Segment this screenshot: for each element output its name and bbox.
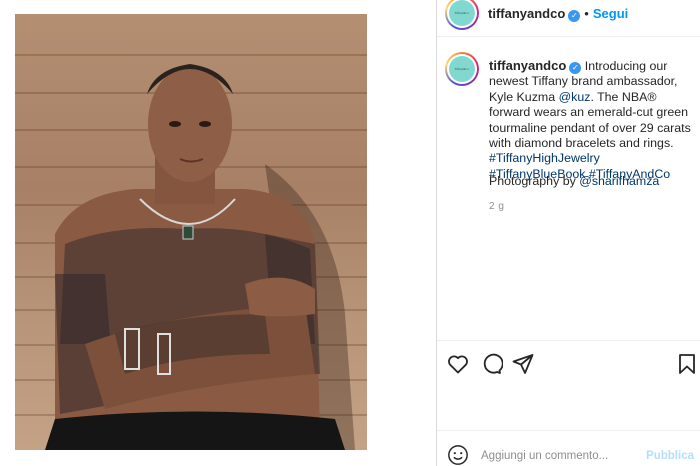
caption-avatar[interactable]: Tiffany&Co.: [445, 52, 479, 86]
photo-credit-prefix: Photography by: [489, 174, 580, 188]
comment-box: Aggiungi un commento... Pubblica: [437, 438, 700, 466]
separator-dot: •: [584, 6, 589, 21]
avatar[interactable]: Tiffany&Co.: [445, 0, 479, 30]
username-link[interactable]: tiffanyandco: [488, 6, 565, 21]
header-divider: [437, 36, 700, 37]
verified-icon: ✓: [568, 10, 581, 22]
share-icon[interactable]: [511, 352, 535, 376]
follow-button[interactable]: Segui: [593, 6, 628, 21]
post-sidebar: Tiffany&Co. tiffanyandco ✓ • Segui Tiffany&…: [437, 0, 700, 466]
action-bar: [437, 348, 700, 378]
hashtag-link[interactable]: #TiffanyHighJewelry: [489, 151, 600, 165]
heart-icon[interactable]: [446, 352, 470, 376]
actions-divider: [437, 340, 700, 341]
avatar-logo-text: Tiffany&Co.: [454, 67, 470, 71]
photo-credit: Photography by @sharifhamza: [489, 174, 659, 188]
caption-username[interactable]: tiffanyandco: [489, 58, 566, 73]
post-photo[interactable]: [15, 14, 367, 450]
comment-input[interactable]: Aggiungi un commento...: [481, 450, 608, 462]
avatar-logo-text: Tiffany&Co.: [454, 11, 470, 15]
bookmark-icon[interactable]: [675, 352, 699, 376]
verified-icon: ✓: [569, 62, 582, 74]
comment-divider: [437, 430, 700, 431]
mention-link[interactable]: @kuz: [559, 90, 591, 104]
portrait-figure: [45, 64, 355, 450]
photographer-link[interactable]: @sharifhamza: [579, 174, 659, 188]
smiley-icon[interactable]: [447, 444, 469, 466]
header-user: tiffanyandco ✓ • Segui: [488, 5, 628, 23]
post-header: Tiffany&Co. tiffanyandco ✓ • Segui: [437, 0, 700, 30]
post-time[interactable]: 2 g: [489, 201, 504, 212]
caption-text: tiffanyandco ✓ Introducing our newest Tif…: [489, 58, 697, 182]
publish-button[interactable]: Pubblica: [646, 450, 694, 462]
comment-icon[interactable]: [479, 352, 503, 376]
post-media: [0, 0, 436, 466]
